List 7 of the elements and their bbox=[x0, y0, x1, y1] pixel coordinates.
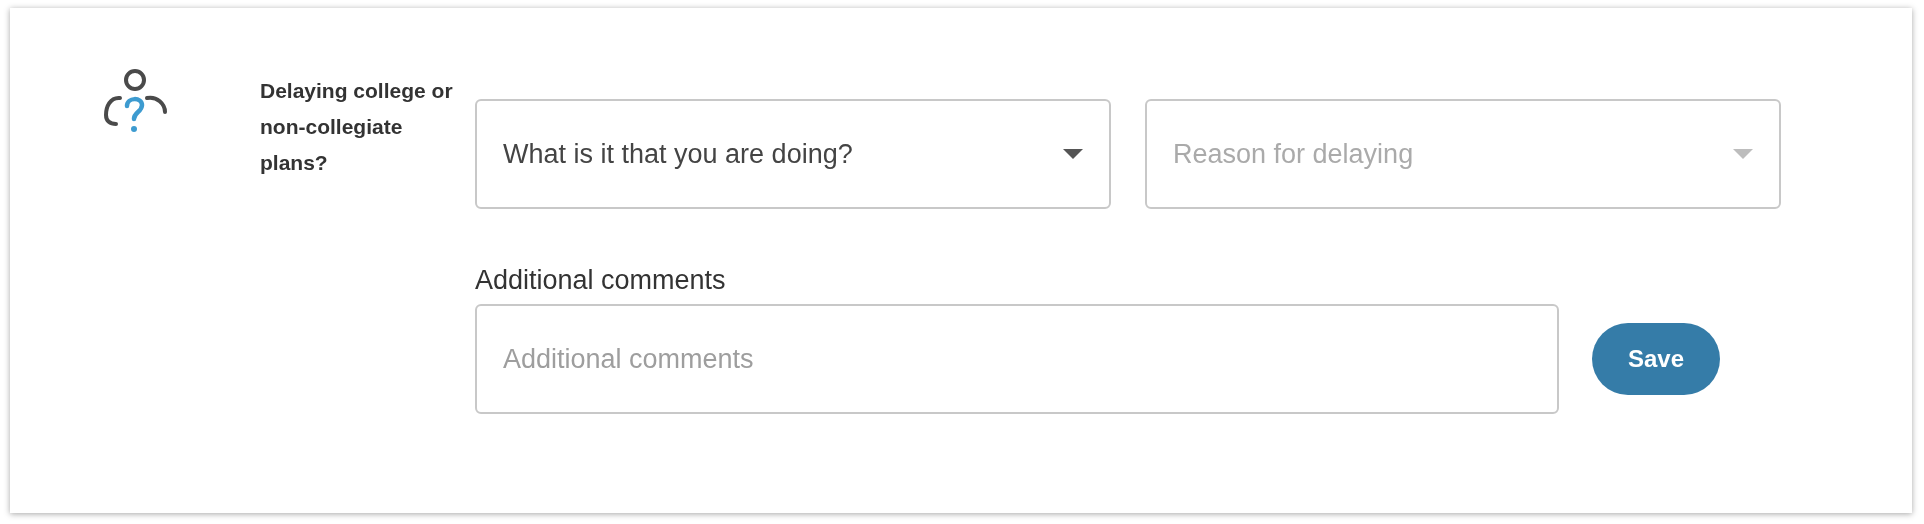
comments-field[interactable]: Additional comments bbox=[475, 304, 1559, 414]
comments-label: Additional comments bbox=[475, 265, 727, 296]
caret-icon bbox=[1063, 149, 1083, 159]
dropdown-field[interactable]: What is it that you are doing? bbox=[475, 99, 1111, 209]
save-button[interactable]: Save bbox=[1592, 323, 1720, 395]
caret-icon bbox=[1733, 149, 1753, 159]
question-title: Delaying college or non-collegiate plans? bbox=[260, 78, 454, 176]
